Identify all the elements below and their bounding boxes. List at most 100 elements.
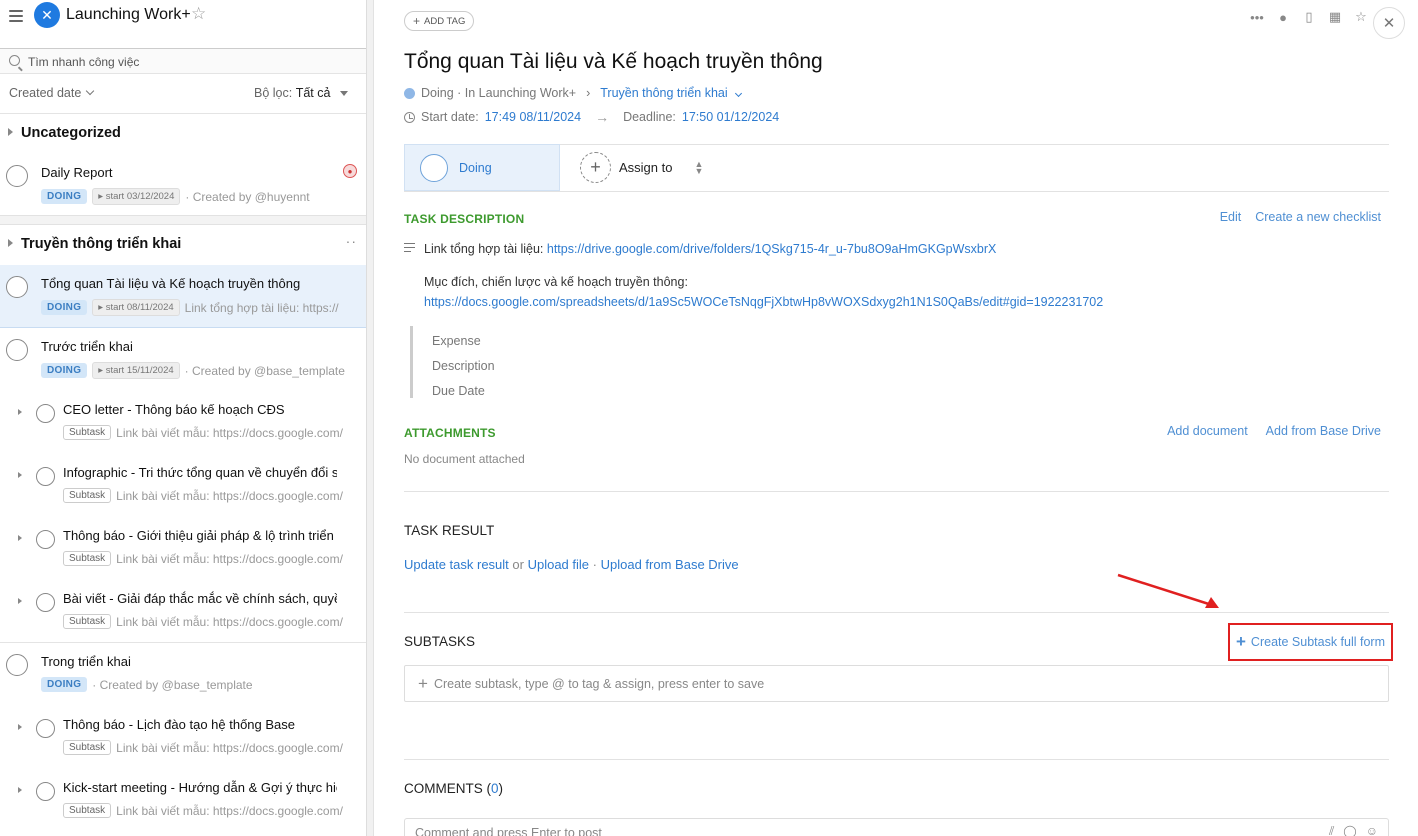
complete-checkbox[interactable] [36, 719, 55, 738]
create-subtask-full-form-button[interactable]: + Create Subtask full form [1228, 623, 1393, 661]
search-input[interactable] [28, 52, 348, 72]
status-badge: DOING [41, 363, 88, 378]
complete-checkbox[interactable] [36, 593, 55, 612]
deadline-value[interactable]: 17:50 01/12/2024 [682, 110, 779, 124]
start-badge: ▸ start 03/12/2024 [92, 188, 181, 205]
complete-checkbox[interactable] [36, 467, 55, 486]
description-url-2[interactable]: https://docs.google.com/spreadsheets/d/1… [424, 295, 1103, 309]
complete-checkbox[interactable] [36, 782, 55, 801]
list-item-subtask[interactable]: CEO letter - Thông báo kế hoạch CĐS Subt… [0, 391, 366, 454]
start-date: start 03/12/2024 [105, 191, 175, 202]
list-item[interactable]: Trong triển khai DOING · Created by @bas… [0, 643, 366, 706]
deadline-label: Deadline: [623, 110, 676, 124]
status-toggle[interactable]: Doing [404, 144, 560, 191]
close-button[interactable]: ✕ [1373, 7, 1405, 39]
more-icon[interactable]: ·· [346, 233, 357, 249]
upload-file-link[interactable]: Upload file [528, 557, 589, 572]
subtask-input[interactable] [433, 676, 1354, 691]
sort-dropdown[interactable]: Created date [9, 86, 95, 100]
star-icon[interactable]: ☆ [191, 4, 206, 24]
expand-arrow-icon[interactable] [18, 409, 22, 415]
task-meta: Subtask Link bài viết mẫu: https://docs.… [63, 488, 353, 503]
edit-description-link[interactable]: Edit [1220, 210, 1242, 224]
list-item-subtask[interactable]: Thông báo - Lịch đào tạo hệ thống Base S… [0, 706, 366, 769]
list-item[interactable]: Trước triển khai DOING ▸ start 15/11/202… [0, 328, 366, 391]
group-link[interactable]: Truyền thông triển khai [600, 86, 727, 100]
description-url-2-text[interactable]: https://docs.google.com/spreadsheets/d/1… [424, 295, 1103, 309]
more-icon[interactable]: ••• [1250, 10, 1264, 25]
update-result-link[interactable]: Update task result [404, 557, 509, 572]
sort-label: Created date [9, 86, 82, 100]
subtask-input-box: + [404, 665, 1389, 702]
expand-arrow-icon[interactable] [18, 535, 22, 541]
upload-drive-link[interactable]: Upload from Base Drive [601, 557, 739, 572]
star-icon[interactable]: ☆ [1354, 9, 1368, 24]
add-document-link[interactable]: Add document [1167, 424, 1248, 438]
list-item-subtask[interactable]: Thông báo - Giới thiệu giải pháp & lộ tr… [0, 517, 366, 580]
expand-arrow-icon[interactable] [18, 472, 22, 478]
create-checklist-link[interactable]: Create a new checklist [1255, 210, 1381, 224]
task-title: Thông báo - Lịch đào tạo hệ thống Base [63, 717, 296, 732]
list-item-selected[interactable]: Tổng quan Tài liệu và Kế hoạch truyền th… [0, 265, 366, 328]
expand-arrow-icon[interactable] [18, 724, 22, 730]
avatar: ● [343, 164, 357, 178]
comment-tools: ⫽ ◯ ☺ [1329, 824, 1378, 836]
task-meta: Subtask Link bài viết mẫu: https://docs.… [63, 425, 353, 440]
complete-checkbox[interactable] [36, 404, 55, 423]
task-list-panel: ✕ Launching Work+ ☆ Created date Bộ lọc:… [0, 0, 367, 836]
complete-checkbox[interactable] [6, 654, 28, 676]
complete-checkbox[interactable] [6, 339, 28, 361]
task-meta: Subtask Link bài viết mẫu: https://docs.… [63, 614, 353, 629]
add-tag-button[interactable]: + ADD TAG [404, 11, 475, 31]
meta-text: Link bài viết mẫu: https://docs.google.c… [116, 425, 343, 440]
mention-icon[interactable]: ◯ [1343, 824, 1356, 836]
expand-arrow-icon[interactable] [18, 787, 22, 793]
search-icon [9, 55, 20, 66]
expand-triangle-icon [8, 239, 13, 247]
clock-icon [404, 111, 415, 123]
or-text: or [512, 557, 524, 572]
add-from-drive-link[interactable]: Add from Base Drive [1266, 424, 1381, 438]
task-meta: Subtask Link bài viết mẫu: https://docs.… [63, 803, 353, 818]
start-date-value[interactable]: 17:49 08/11/2024 [485, 110, 581, 124]
subtask-badge: Subtask [63, 425, 112, 440]
complete-checkbox[interactable] [36, 530, 55, 549]
comment-input[interactable] [415, 826, 1295, 836]
panel-resize-handle[interactable] [367, 0, 374, 836]
search-bar [0, 48, 366, 74]
list-item-subtask[interactable]: Kick-start meeting - Hướng dẫn & Gợi ý t… [0, 769, 366, 832]
attach-icon[interactable]: ⫽ [1329, 824, 1334, 836]
assign-label: Assign to [619, 160, 673, 175]
list-item[interactable]: Daily Report DOING ▸ start 03/12/2024 · … [0, 154, 366, 217]
plus-icon: + [418, 673, 428, 693]
add-tag-label: ADD TAG [424, 15, 466, 27]
filter-dropdown[interactable]: Bộ lọc: Tất cả [254, 86, 349, 100]
emoji-icon[interactable]: ☺ [1366, 824, 1378, 836]
complete-checkbox[interactable] [6, 276, 28, 298]
divider [404, 491, 1389, 492]
calendar-icon[interactable]: ▦ [1328, 9, 1342, 24]
list-item-subtask[interactable]: Bài viết - Giải đáp thắc mắc về chính sá… [0, 580, 366, 643]
meta-text: Link tổng hợp tài liệu: https:// [184, 300, 339, 315]
plus-icon: + [1235, 632, 1246, 651]
app-logo: ✕ [34, 2, 60, 28]
list-item-subtask[interactable]: Infographic - Tri thức tổng quan về chuy… [0, 454, 366, 517]
attachments-heading: ATTACHMENTS [404, 426, 496, 440]
task-title: Tổng quan Tài liệu và Kế hoạch truyền th… [41, 276, 301, 291]
subtasks-heading: SUBTASKS [404, 634, 476, 649]
bookmark-icon[interactable]: ▯ [1302, 9, 1316, 24]
info-icon[interactable]: ● [1276, 10, 1290, 25]
start-date: start 08/11/2024 [105, 302, 174, 313]
menu-icon[interactable] [9, 10, 23, 22]
task-dates: Start date: 17:49 08/11/2024 → Deadline:… [404, 109, 779, 125]
group-header-uncategorized[interactable]: Uncategorized [0, 114, 366, 154]
assign-to-button[interactable]: + Assign to ▲ ▼ [580, 152, 703, 183]
complete-checkbox[interactable] [6, 165, 28, 187]
start-date: start 15/11/2024 [105, 365, 174, 376]
group-header-truyen-thong[interactable]: Truyền thông triển khai ·· [0, 225, 366, 265]
status-ring-icon [420, 154, 448, 182]
quote-item: Expense [432, 334, 481, 348]
chevron-down-icon[interactable] [734, 89, 742, 97]
expand-arrow-icon[interactable] [18, 598, 22, 604]
description-url-1[interactable]: https://drive.google.com/drive/folders/1… [547, 242, 997, 256]
